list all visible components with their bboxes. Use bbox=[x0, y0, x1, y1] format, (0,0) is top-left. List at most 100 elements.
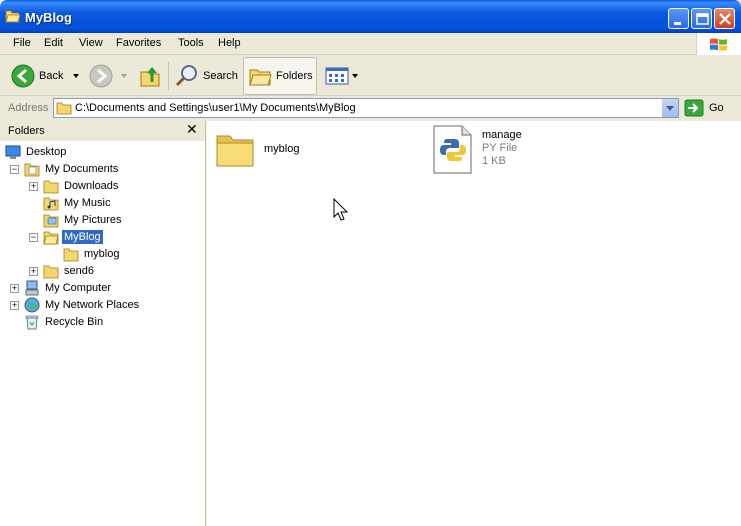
collapse-toggle[interactable]: − bbox=[10, 165, 19, 174]
windows-flag-icon bbox=[710, 38, 727, 51]
my-music-icon bbox=[43, 197, 59, 210]
toolbar: Back Search Folders bbox=[0, 56, 741, 96]
tree-label: Recycle Bin bbox=[45, 315, 104, 328]
menu-favorites[interactable]: Favorites bbox=[116, 37, 161, 49]
menu-bar: File Edit View Favorites Tools Help bbox=[0, 33, 741, 55]
forward-arrow-icon bbox=[89, 64, 113, 88]
tree-item-send6[interactable]: send6 bbox=[43, 262, 96, 279]
address-path: C:\Documents and Settings\user1\My Docum… bbox=[75, 102, 356, 114]
my-computer-icon bbox=[25, 280, 39, 295]
go-button[interactable]: Go bbox=[684, 98, 739, 118]
my-documents-icon bbox=[24, 163, 40, 176]
title-bar[interactable]: MyBlog bbox=[0, 0, 741, 33]
window-title: MyBlog bbox=[25, 10, 72, 25]
close-button[interactable] bbox=[714, 8, 735, 29]
go-arrow-icon bbox=[684, 99, 704, 117]
chevron-down-icon bbox=[666, 106, 674, 111]
up-folder-button[interactable] bbox=[139, 56, 161, 96]
file-item-manage-py[interactable]: manage PY File 1 KB bbox=[433, 125, 573, 175]
folder-icon bbox=[43, 180, 59, 193]
folders-pane: Folders ✕ Desktop − My Documents + Downl… bbox=[0, 121, 206, 526]
chevron-down-icon[interactable] bbox=[119, 71, 131, 81]
menu-view[interactable]: View bbox=[79, 37, 103, 49]
tree-item-my-computer[interactable]: My Computer bbox=[24, 279, 113, 296]
folders-label: Folders bbox=[276, 70, 313, 82]
network-places-icon bbox=[24, 297, 40, 312]
tree-label: My Music bbox=[64, 196, 111, 209]
minimize-button[interactable] bbox=[668, 8, 689, 29]
menu-tools[interactable]: Tools bbox=[178, 37, 204, 49]
folders-pane-title: Folders bbox=[8, 125, 45, 137]
address-bar: Address C:\Documents and Settings\user1\… bbox=[0, 97, 741, 119]
address-dropdown-button[interactable] bbox=[661, 99, 678, 117]
folder-open-icon bbox=[5, 10, 21, 23]
folders-pane-header: Folders ✕ bbox=[0, 121, 205, 141]
go-label: Go bbox=[709, 102, 724, 114]
expand-toggle[interactable]: + bbox=[29, 267, 38, 276]
file-item-myblog-folder[interactable]: myblog bbox=[215, 130, 335, 170]
search-button[interactable]: Search bbox=[175, 56, 238, 96]
folders-icon bbox=[249, 69, 272, 86]
tree-label: My Computer bbox=[45, 281, 112, 294]
expand-toggle[interactable]: + bbox=[29, 182, 38, 191]
menu-file[interactable]: File bbox=[13, 37, 31, 49]
tree-item-my-pictures[interactable]: My Pictures bbox=[43, 211, 123, 228]
up-folder-icon bbox=[140, 67, 160, 87]
expand-toggle[interactable]: + bbox=[10, 284, 19, 293]
views-button[interactable] bbox=[325, 56, 359, 96]
toolbar-separator bbox=[168, 62, 169, 90]
close-icon bbox=[719, 13, 731, 25]
tree-label: My Network Places bbox=[45, 298, 140, 311]
python-file-icon bbox=[433, 125, 472, 174]
tree-label: send6 bbox=[64, 264, 94, 277]
tree-item-my-documents[interactable]: My Documents bbox=[24, 160, 120, 177]
close-icon[interactable]: ✕ bbox=[186, 121, 198, 138]
address-input[interactable]: C:\Documents and Settings\user1\My Docum… bbox=[53, 98, 679, 118]
folder-icon bbox=[43, 265, 59, 278]
tree-item-myblog[interactable]: MyBlog bbox=[43, 228, 103, 245]
collapse-toggle[interactable]: − bbox=[29, 233, 38, 242]
views-icon bbox=[325, 67, 349, 85]
tree-label: Desktop bbox=[26, 145, 67, 158]
file-list-pane[interactable]: myblog manage PY File 1 KB bbox=[207, 121, 741, 526]
file-name: manage bbox=[482, 129, 522, 141]
my-pictures-icon bbox=[43, 214, 59, 227]
tree-label: Downloads bbox=[64, 179, 119, 192]
address-label: Address bbox=[8, 102, 49, 114]
tree-label: My Documents bbox=[45, 162, 119, 175]
search-icon bbox=[175, 65, 197, 87]
folder-icon bbox=[63, 248, 79, 261]
tree-label: MyBlog bbox=[62, 229, 103, 244]
back-button[interactable]: Back bbox=[11, 56, 83, 96]
search-label: Search bbox=[203, 70, 238, 82]
file-type: PY File bbox=[482, 142, 518, 154]
file-size: 1 KB bbox=[482, 155, 506, 167]
desktop-icon bbox=[5, 145, 21, 159]
minimize-icon bbox=[674, 22, 681, 25]
chevron-down-icon[interactable] bbox=[351, 71, 359, 81]
file-name: myblog bbox=[264, 143, 300, 155]
maximize-icon bbox=[696, 13, 709, 25]
folders-button[interactable]: Folders bbox=[243, 57, 317, 95]
mouse-cursor-icon bbox=[333, 198, 349, 221]
menu-help[interactable]: Help bbox=[218, 37, 241, 49]
expand-toggle[interactable]: + bbox=[10, 301, 19, 310]
tree-label: My Pictures bbox=[64, 213, 122, 226]
tree-item-myblog-child[interactable]: myblog bbox=[63, 245, 121, 262]
tree-item-my-music[interactable]: My Music bbox=[43, 194, 112, 211]
folder-icon bbox=[56, 102, 72, 115]
tree-item-recycle-bin[interactable]: Recycle Bin bbox=[24, 313, 105, 330]
forward-button[interactable] bbox=[89, 56, 131, 96]
tree-label: myblog bbox=[84, 247, 120, 260]
back-arrow-icon bbox=[11, 64, 35, 88]
back-label: Back bbox=[39, 70, 64, 82]
windows-logo-area bbox=[696, 33, 741, 55]
recycle-bin-icon bbox=[25, 315, 39, 329]
folder-open-icon bbox=[43, 231, 59, 244]
chevron-down-icon[interactable] bbox=[71, 71, 83, 81]
tree-item-downloads[interactable]: Downloads bbox=[43, 177, 120, 194]
maximize-button[interactable] bbox=[691, 8, 712, 29]
menu-edit[interactable]: Edit bbox=[44, 37, 63, 49]
tree-item-desktop[interactable]: Desktop bbox=[5, 143, 68, 160]
tree-item-my-network-places[interactable]: My Network Places bbox=[24, 296, 141, 313]
